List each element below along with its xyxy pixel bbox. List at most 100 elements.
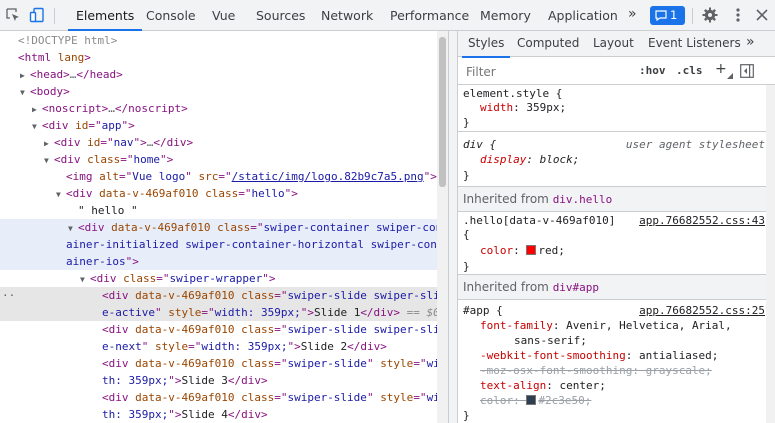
rule-selector: .hello[data-v-469af010]	[463, 214, 616, 227]
dom-node-row[interactable]: th: 359px;">Slide 4</div>	[0, 406, 437, 423]
tab-memory[interactable]: Memory	[480, 0, 531, 30]
dom-token: style	[155, 340, 189, 353]
dom-token: Slide 4	[181, 408, 228, 421]
dom-node-row[interactable]: ▼ <div id="app">	[0, 117, 437, 134]
style-declaration[interactable]: display: block;	[480, 151, 579, 168]
dom-node-row[interactable]: <html lang>	[0, 49, 437, 66]
tab-console[interactable]: Console	[146, 0, 196, 30]
dom-node-row[interactable]: ▶ <div id="nav">…</div>	[0, 134, 437, 151]
collapse-triangle-icon[interactable]: ▼	[20, 84, 30, 101]
dom-node-row[interactable]: ▼ <body>	[0, 83, 437, 100]
rule-source-link[interactable]: app.76682552.css:43	[639, 212, 765, 229]
more-tabs-chevron-icon[interactable]: »	[628, 0, 637, 30]
dom-node-row[interactable]: <!DOCTYPE html>	[0, 32, 437, 49]
collapse-triangle-icon[interactable]: ▼	[56, 186, 66, 203]
hover-state-toggle[interactable]: :hov	[639, 64, 666, 77]
dom-node-row[interactable]: ▼ <div data-v-469af010 class="swiper-cont…	[0, 219, 437, 236]
dom-token: "	[366, 357, 381, 370]
collapse-triangle-icon[interactable]: ▼	[80, 271, 90, 288]
dom-node-row[interactable]: e-next" style="width: 359px;">Slide 2</d…	[0, 338, 437, 355]
dom-token: th: 359px;	[102, 408, 169, 421]
message-icon	[655, 10, 667, 21]
class-toggle[interactable]: .cls	[676, 64, 703, 77]
inherited-ref[interactable]: div#app	[553, 281, 599, 294]
new-style-rule-button[interactable]: +	[715, 61, 727, 77]
rule-close: }	[463, 169, 470, 182]
tab-event-listeners[interactable]: Event Listeners	[648, 31, 741, 57]
dom-tree-scrollbar[interactable]	[437, 31, 448, 423]
tab-computed[interactable]: Computed	[517, 31, 579, 57]
toggle-sidebar-icon[interactable]	[740, 64, 754, 81]
dom-token: style	[380, 391, 414, 404]
dom-tree[interactable]: <!DOCTYPE html> <html lang> ▶ <head>…</head…	[0, 31, 437, 423]
dom-token[interactable]: /static/img/logo.82b9c7a5.png	[232, 170, 424, 183]
style-declaration[interactable]: width: 359px;	[480, 99, 566, 116]
dom-token: data-v-469af010 class	[111, 221, 251, 234]
dom-node-row[interactable]: ▼ <div data-v-469af010 class="hello">	[0, 185, 437, 202]
inherited-from-app: Inherited from div#app	[458, 275, 775, 300]
devtools-tabbar: Elements Console Vue Sources Network Per…	[0, 0, 775, 31]
dom-node-row[interactable]: ▼ <div class="home">	[0, 151, 437, 168]
close-icon[interactable]	[754, 7, 770, 23]
dom-token: </div>	[227, 408, 268, 421]
style-declaration-overridden[interactable]: color: #2c3e50;	[480, 392, 591, 409]
tab-layout[interactable]: Layout	[593, 31, 634, 57]
dom-node-row[interactable]: ainer-initialized swiper-container-horiz…	[0, 236, 437, 253]
tab-application[interactable]: Application	[548, 0, 618, 30]
tab-performance[interactable]: Performance	[390, 0, 469, 30]
dom-node-row[interactable]: ▶ <noscript>…</noscript>	[0, 100, 437, 117]
dropdown-arrow-icon[interactable]	[727, 68, 733, 82]
kebab-menu-icon[interactable]	[730, 7, 746, 23]
expand-triangle-icon[interactable]: ▶	[32, 101, 42, 118]
dom-node-row[interactable]: <div data-v-469af010 class="swiper-slide…	[0, 321, 437, 338]
device-toolbar-icon[interactable]	[29, 7, 45, 23]
more-subtabs-chevron-icon[interactable]: »	[746, 31, 755, 57]
style-declaration[interactable]: color: red;	[480, 242, 565, 259]
dom-node-row[interactable]: ·· <div data-v-469af010 class="swiper-sli…	[0, 287, 437, 304]
dom-token: wid	[426, 357, 437, 370]
issues-badge[interactable]: 1	[650, 6, 685, 25]
inherited-from-hello: Inherited from div.hello	[458, 187, 775, 212]
dom-node-row[interactable]: th: 359px;">Slide 3</div>	[0, 372, 437, 389]
dom-node-row[interactable]: <div data-v-469af010 class="swiper-slide…	[0, 389, 437, 406]
dom-token: ="	[274, 391, 288, 404]
tab-vue[interactable]: Vue	[212, 0, 235, 30]
tab-elements[interactable]: Elements	[67, 0, 143, 31]
collapse-triangle-icon[interactable]: ▼	[32, 118, 42, 135]
dom-token: swiper-wrapper	[169, 272, 263, 285]
gear-icon[interactable]	[702, 7, 718, 23]
tab-sources[interactable]: Sources	[256, 0, 305, 30]
styles-scrollbar[interactable]	[766, 85, 775, 423]
styles-filter-input[interactable]	[464, 62, 628, 82]
dom-token: <div	[78, 221, 112, 234]
inspect-element-icon[interactable]	[5, 7, 21, 23]
inherited-ref[interactable]: div.hello	[553, 193, 613, 206]
collapse-triangle-icon[interactable]: ▼	[44, 152, 54, 169]
dom-node-row[interactable]: ▶ <head>…</head>	[0, 66, 437, 83]
dom-token: e-active	[102, 306, 155, 319]
dom-token: ="	[156, 272, 170, 285]
dom-node-row[interactable]: e-active" style="width: 359px;">Slide 1<…	[0, 304, 437, 321]
tab-network[interactable]: Network	[321, 0, 373, 30]
collapse-triangle-icon[interactable]: ▼	[68, 220, 78, 237]
dom-node-row[interactable]: ▼ <div class="swiper-wrapper">	[0, 270, 437, 287]
expand-triangle-icon[interactable]: ▶	[20, 67, 30, 84]
panel-splitter[interactable]	[448, 31, 458, 423]
expand-triangle-icon[interactable]: ▶	[44, 135, 54, 152]
dom-token: " hello "	[78, 204, 138, 217]
dom-token: ="	[119, 170, 133, 183]
dom-node-row[interactable]: ainer-ios">	[0, 253, 437, 270]
color-swatch[interactable]	[526, 395, 537, 405]
dom-node-row[interactable]: " hello "	[0, 202, 437, 219]
dom-token: Slide 2	[300, 340, 348, 353]
dom-token: <html	[18, 51, 58, 64]
dom-token: == $0	[400, 306, 437, 319]
dom-token: ="	[238, 187, 252, 200]
dom-token: width: 359px;	[201, 340, 288, 353]
dom-token: ">	[125, 255, 139, 268]
dom-token: <div	[102, 289, 136, 302]
dom-node-row[interactable]: <img alt="Vue logo" src="/static/img/log…	[0, 168, 437, 185]
dom-node-row[interactable]: <div data-v-469af010 class="swiper-slide…	[0, 355, 437, 372]
color-swatch[interactable]	[526, 245, 537, 255]
tab-styles[interactable]: Styles	[461, 31, 511, 58]
